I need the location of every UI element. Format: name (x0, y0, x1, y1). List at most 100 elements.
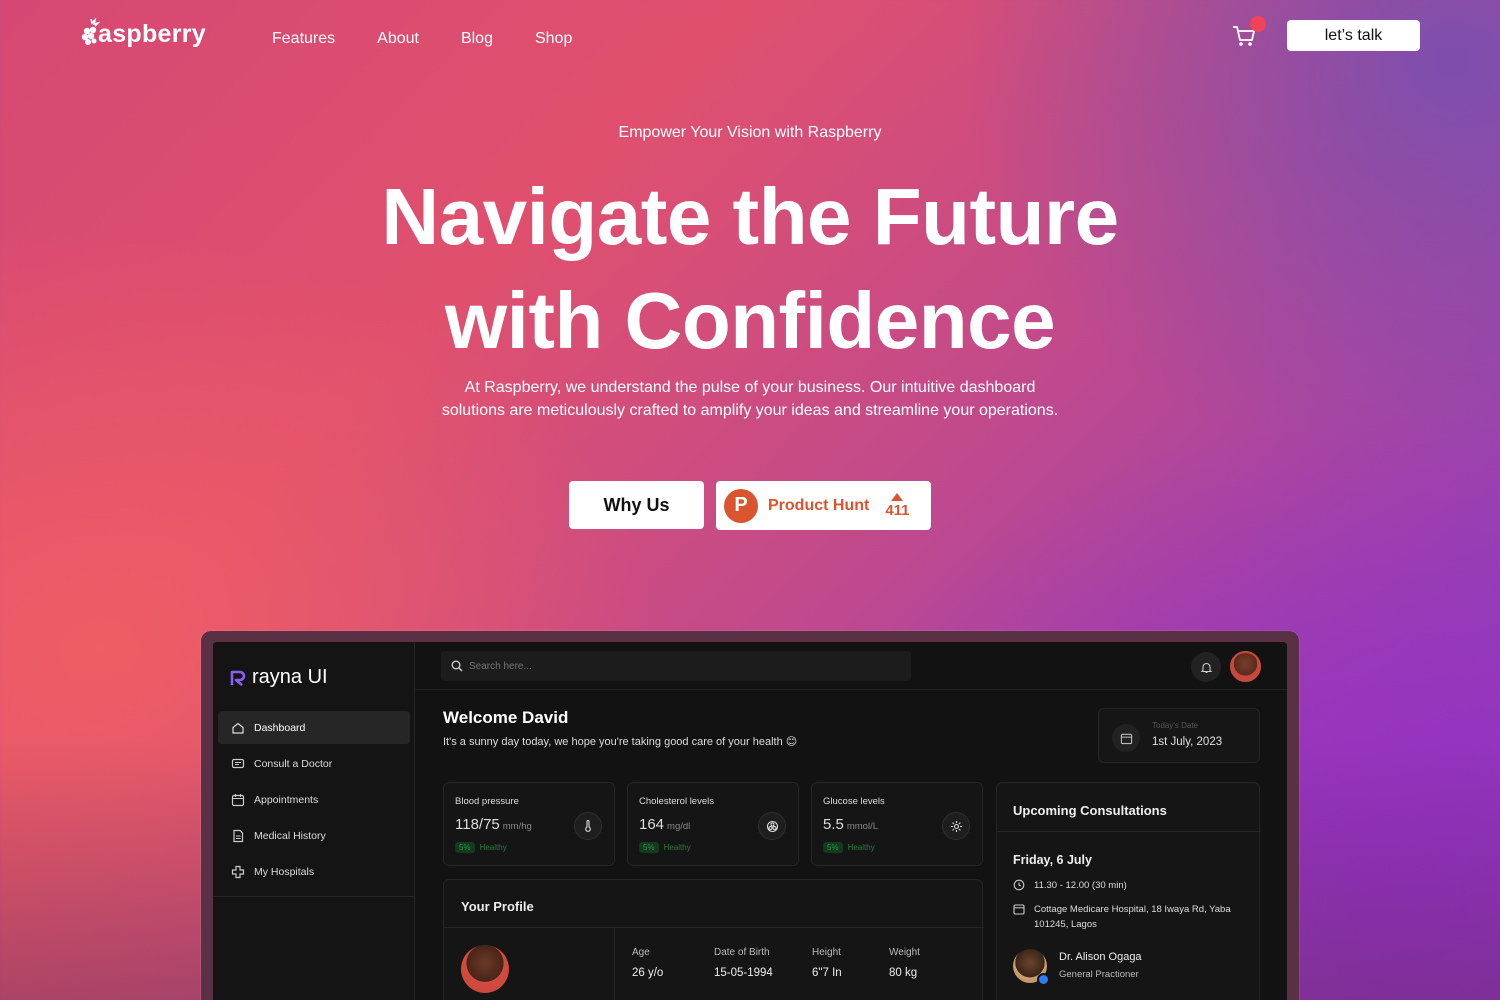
metric-card-cholesterol[interactable]: Cholesterol levels 164 mg/dl 5% Healthy (627, 782, 799, 866)
sidebar-item-label: My Hospitals (254, 865, 315, 878)
rayna-logo-icon (230, 670, 246, 686)
consultation-time-row: 11.30 - 12.00 (30 min) (1013, 878, 1127, 893)
sidebar-item-label: Dashboard (254, 721, 306, 734)
field-value: 15-05-1994 (714, 967, 773, 979)
date-label: Today's Date (1152, 721, 1198, 730)
dashboard-topbar (415, 642, 1287, 690)
profile-card: Your Profile Age 26 y/o Date of Birth 15… (443, 879, 984, 1000)
sidebar-divider (213, 896, 415, 897)
sidebar-item-label: Consult a Doctor (254, 757, 333, 770)
field-label: Age (632, 947, 650, 958)
bell-icon (1200, 662, 1212, 673)
metric-status-label: Healthy (479, 843, 507, 852)
hero-eyebrow: Empower Your Vision with Raspberry (618, 124, 882, 141)
sidebar-item-label: Medical History (254, 829, 326, 842)
calendar-icon (1112, 724, 1140, 752)
profile-divider (444, 927, 984, 928)
thermometer-icon (574, 812, 602, 840)
metric-status-label: Healthy (663, 843, 691, 852)
date-value: 1st July, 2023 (1152, 736, 1223, 748)
metric-percent: 5% (823, 842, 843, 853)
metric-value: 118/75 mm/hg (455, 816, 532, 833)
metric-unit: mm/hg (502, 821, 532, 832)
app-name: rayna UI (252, 666, 328, 688)
calendar-icon (231, 793, 245, 806)
metric-card-glucose[interactable]: Glucose levels 5.5 mmol/L 5% Healthy (811, 782, 983, 866)
metric-percent: 5% (639, 842, 659, 853)
upcoming-consultations-card: Upcoming Consultations Friday, 6 July 11… (996, 782, 1261, 1000)
profile-field-age: Age 26 y/o (632, 947, 663, 979)
sidebar-item-dashboard[interactable]: Dashboard (218, 711, 410, 744)
sidebar-item-medical-history[interactable]: Medical History (218, 819, 410, 852)
top-navigation: aspberry Features About Blog Shop let’s … (0, 0, 1500, 80)
why-us-button[interactable]: Why Us (569, 481, 704, 529)
metric-value: 164 mg/dl (639, 816, 690, 833)
consultation-day: Friday, 6 July (1013, 853, 1092, 867)
document-icon (233, 829, 244, 842)
metric-number: 5.5 (823, 816, 844, 833)
product-hunt-logo-icon: P (724, 488, 758, 523)
brand-logo[interactable]: aspberry (80, 14, 206, 49)
sidebar-item-consult[interactable]: Consult a Doctor (218, 747, 410, 780)
hospital-cross-icon (231, 865, 245, 878)
profile-title: Your Profile (461, 899, 534, 914)
sidebar-item-my-hospitals[interactable]: My Hospitals (218, 855, 410, 888)
lets-talk-button[interactable]: let’s talk (1287, 20, 1420, 51)
consultations-divider (997, 831, 1261, 832)
profile-field-weight: Weight 80 kg (889, 947, 920, 979)
search-input[interactable] (469, 660, 889, 672)
field-value: 26 y/o (632, 967, 664, 979)
sidebar-item-appointments[interactable]: Appointments (218, 783, 410, 816)
metric-percent: 5% (455, 842, 475, 853)
profile-column-divider (614, 927, 615, 1000)
upvote-arrow-icon (891, 492, 904, 501)
search-icon (451, 660, 463, 672)
search-box (441, 651, 911, 681)
vote-count: 411 (885, 501, 910, 519)
profile-field-dob: Date of Birth 15-05-1994 (714, 947, 773, 979)
nav-link-about[interactable]: About (377, 30, 419, 48)
product-hunt-button[interactable]: P Product Hunt 411 (716, 481, 931, 530)
consultation-location-row: Cottage Medicare Hospital, 18 Iwaya Rd, … (1013, 902, 1249, 932)
subtext-line-2: solutions are meticulously crafted to am… (441, 402, 1059, 419)
cells-icon (758, 812, 786, 840)
chat-icon (231, 758, 245, 768)
notification-bell[interactable] (1191, 652, 1221, 682)
rayna-logo[interactable]: rayna UI (230, 666, 328, 689)
doctor-name: Dr. Alison Ogaga (1059, 951, 1142, 963)
nav-link-blog[interactable]: Blog (461, 30, 493, 48)
verified-check-icon (1037, 973, 1050, 986)
metric-card-blood-pressure[interactable]: Blood pressure 118/75 mm/hg 5% Healthy (443, 782, 615, 866)
sidebar-menu: Dashboard Consult a Doctor Appointments … (218, 711, 410, 891)
subtext-line-1: At Raspberry, we understand the pulse of… (464, 379, 1036, 396)
headline-line-2: with Confidence (444, 276, 1056, 365)
nav-link-features[interactable]: Features (272, 30, 335, 48)
metric-status: 5% Healthy (455, 842, 507, 853)
field-label: Date of Birth (714, 947, 770, 958)
dashboard-preview: rayna UI Dashboard Consult a Doctor Appo… (213, 642, 1287, 1000)
metric-number: 164 (639, 816, 665, 833)
field-label: Weight (889, 947, 920, 958)
metric-status: 5% Healthy (823, 842, 875, 853)
product-hunt-label: Product Hunt (768, 496, 870, 514)
sidebar-item-label: Appointments (254, 793, 319, 806)
hero-subtext: At Raspberry, we understand the pulse of… (0, 376, 1500, 422)
nav-link-shop[interactable]: Shop (535, 30, 572, 48)
metric-value: 5.5 mmol/L (823, 816, 878, 833)
headline-line-1: Navigate the Future (381, 172, 1119, 261)
user-avatar[interactable] (1230, 651, 1261, 682)
metric-title: Cholesterol levels (639, 796, 714, 807)
metric-title: Glucose levels (823, 796, 885, 807)
field-value: 80 kg (889, 967, 918, 979)
brand-name: aspberry (98, 20, 207, 48)
metric-unit: mmol/L (846, 821, 879, 832)
welcome-subtitle: It's a sunny day today, we hope you're t… (443, 736, 798, 748)
dashboard-sidebar: rayna UI Dashboard Consult a Doctor Appo… (213, 642, 415, 1000)
metric-status: 5% Healthy (639, 842, 691, 853)
nav-links: Features About Blog Shop (272, 30, 572, 48)
consultations-title: Upcoming Consultations (1013, 803, 1167, 818)
field-value: 6"7 In (812, 967, 842, 979)
clock-icon (1013, 879, 1025, 891)
calendar-icon (1013, 904, 1025, 915)
metric-unit: mg/dl (667, 821, 691, 832)
